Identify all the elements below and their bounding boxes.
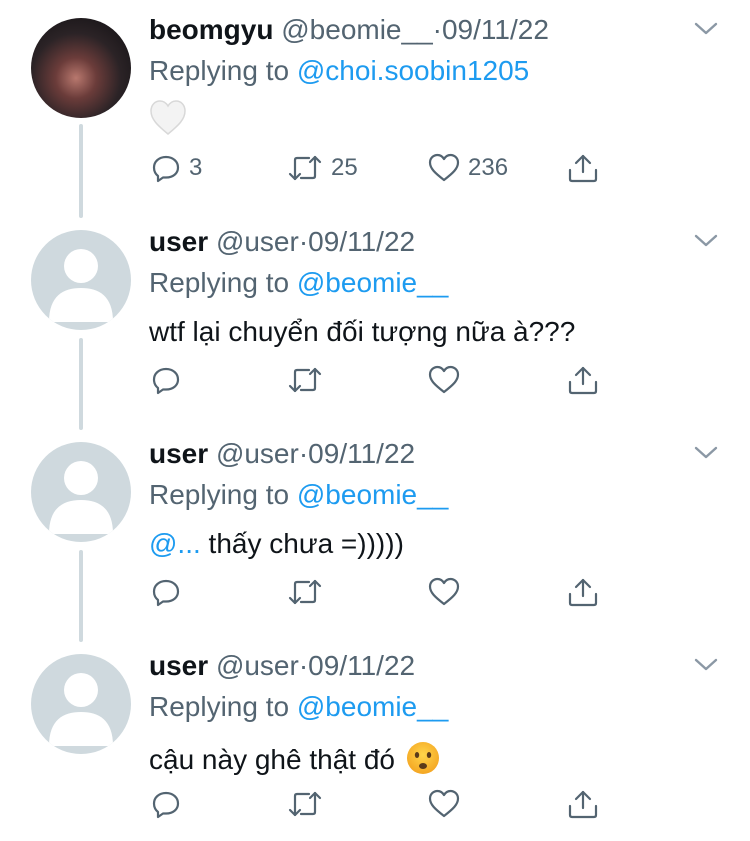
- retweet-icon: [288, 155, 322, 181]
- tweet-actions: [149, 360, 609, 400]
- default-avatar-icon: [49, 673, 113, 746]
- heart-icon: [428, 365, 460, 394]
- like-button[interactable]: 236: [428, 148, 508, 188]
- retweet-icon: [288, 367, 322, 393]
- handle[interactable]: @user: [216, 438, 299, 469]
- replying-mention[interactable]: @beomie__: [297, 479, 448, 510]
- replying-to: Replying to @beomie__: [149, 267, 448, 299]
- reply-icon: [152, 367, 180, 395]
- heart-icon: [428, 153, 460, 182]
- heart-icon: [428, 789, 460, 818]
- replying-prefix: Replying to: [149, 267, 290, 298]
- display-name[interactable]: user: [149, 438, 208, 469]
- replying-to: Replying to @beomie__: [149, 479, 448, 511]
- tweet-date[interactable]: 09/11/22: [308, 650, 415, 681]
- replying-to: Replying to @choi.soobin1205: [149, 55, 529, 87]
- tweet[interactable]: beomgyu @beomie__·09/11/22 Replying to @…: [0, 0, 750, 212]
- tweet[interactable]: user @user·09/11/22 Replying to @beomie_…: [0, 212, 750, 424]
- handle[interactable]: @user: [216, 226, 299, 257]
- replying-mention[interactable]: @beomie__: [297, 691, 448, 722]
- white-heart-emoji: [149, 100, 187, 141]
- reply-icon: [152, 791, 180, 819]
- body-text: cậu này ghê thật đó: [149, 743, 395, 775]
- like-button[interactable]: [428, 784, 460, 824]
- retweet-count: 25: [331, 154, 358, 181]
- chevron-down-icon[interactable]: [694, 446, 718, 465]
- chevron-down-icon[interactable]: [694, 234, 718, 253]
- tweet[interactable]: user @user·09/11/22 Replying to @beomie_…: [0, 424, 750, 636]
- share-button[interactable]: [567, 360, 599, 400]
- separator-dot: ·: [298, 650, 309, 681]
- reply-button[interactable]: 3: [151, 148, 202, 188]
- like-button[interactable]: [428, 360, 460, 400]
- tweet-header: beomgyu @beomie__·09/11/22: [149, 14, 549, 46]
- replying-prefix: Replying to: [149, 55, 290, 86]
- replying-mention[interactable]: @choi.soobin1205: [297, 55, 529, 86]
- tweet[interactable]: user @user·09/11/22 Replying to @beomie_…: [0, 636, 750, 841]
- tweet-text: wtf lại chuyển đối tượng nữa à???: [149, 316, 576, 347]
- avatar[interactable]: [31, 230, 131, 330]
- replying-mention[interactable]: @beomie__: [297, 267, 448, 298]
- tweet-actions: [149, 784, 609, 824]
- share-icon: [568, 578, 598, 607]
- tweet-actions: [149, 572, 609, 612]
- body-mention[interactable]: @...: [149, 528, 201, 559]
- replying-prefix: Replying to: [149, 479, 290, 510]
- handle[interactable]: @beomie__: [281, 14, 432, 45]
- display-name[interactable]: beomgyu: [149, 14, 273, 45]
- retweet-button[interactable]: [287, 360, 323, 400]
- retweet-button[interactable]: [287, 784, 323, 824]
- tweet-date[interactable]: 09/11/22: [308, 226, 415, 257]
- chevron-down-icon[interactable]: [694, 658, 718, 677]
- share-button[interactable]: [567, 572, 599, 612]
- tweet-header: user @user·09/11/22: [149, 226, 415, 258]
- share-icon: [568, 154, 598, 183]
- tweet-header: user @user·09/11/22: [149, 438, 415, 470]
- share-button[interactable]: [567, 148, 599, 188]
- share-button[interactable]: [567, 784, 599, 824]
- avatar[interactable]: [31, 654, 131, 754]
- frowning-face-emoji: [405, 740, 441, 783]
- tweet-text: cậu này ghê thật đó: [149, 740, 441, 783]
- reply-button[interactable]: [151, 572, 181, 612]
- separator-dot: ·: [298, 226, 309, 257]
- default-avatar-icon: [49, 461, 113, 534]
- separator-dot: ·: [298, 438, 309, 469]
- heart-icon: [428, 577, 460, 606]
- replying-to: Replying to @beomie__: [149, 691, 448, 723]
- separator-dot: ·: [432, 14, 442, 45]
- like-button[interactable]: [428, 572, 460, 612]
- avatar[interactable]: [31, 18, 131, 118]
- reply-icon: [152, 155, 180, 183]
- retweet-icon: [288, 579, 322, 605]
- reply-icon: [152, 579, 180, 607]
- reply-button[interactable]: [151, 784, 181, 824]
- reply-count: 3: [189, 154, 203, 181]
- tweet-actions: 3 25 236: [149, 148, 609, 188]
- retweet-icon: [288, 791, 322, 817]
- tweet-date[interactable]: 09/11/22: [442, 14, 549, 45]
- retweet-button[interactable]: [287, 572, 323, 612]
- display-name[interactable]: user: [149, 650, 208, 681]
- share-icon: [568, 366, 598, 395]
- tweet-text: @... thấy chưa =))))): [149, 528, 404, 560]
- reply-button[interactable]: [151, 360, 181, 400]
- display-name[interactable]: user: [149, 226, 208, 257]
- body-text: thấy chưa =))))): [200, 528, 404, 559]
- tweet-header: user @user·09/11/22: [149, 650, 415, 682]
- avatar[interactable]: [31, 442, 131, 542]
- share-icon: [568, 790, 598, 819]
- like-count: 236: [468, 154, 509, 181]
- default-avatar-icon: [49, 249, 113, 322]
- tweet-date[interactable]: 09/11/22: [308, 438, 415, 469]
- chevron-down-icon[interactable]: [694, 22, 718, 41]
- retweet-button[interactable]: 25: [287, 148, 358, 188]
- handle[interactable]: @user: [216, 650, 299, 681]
- replying-prefix: Replying to: [149, 691, 290, 722]
